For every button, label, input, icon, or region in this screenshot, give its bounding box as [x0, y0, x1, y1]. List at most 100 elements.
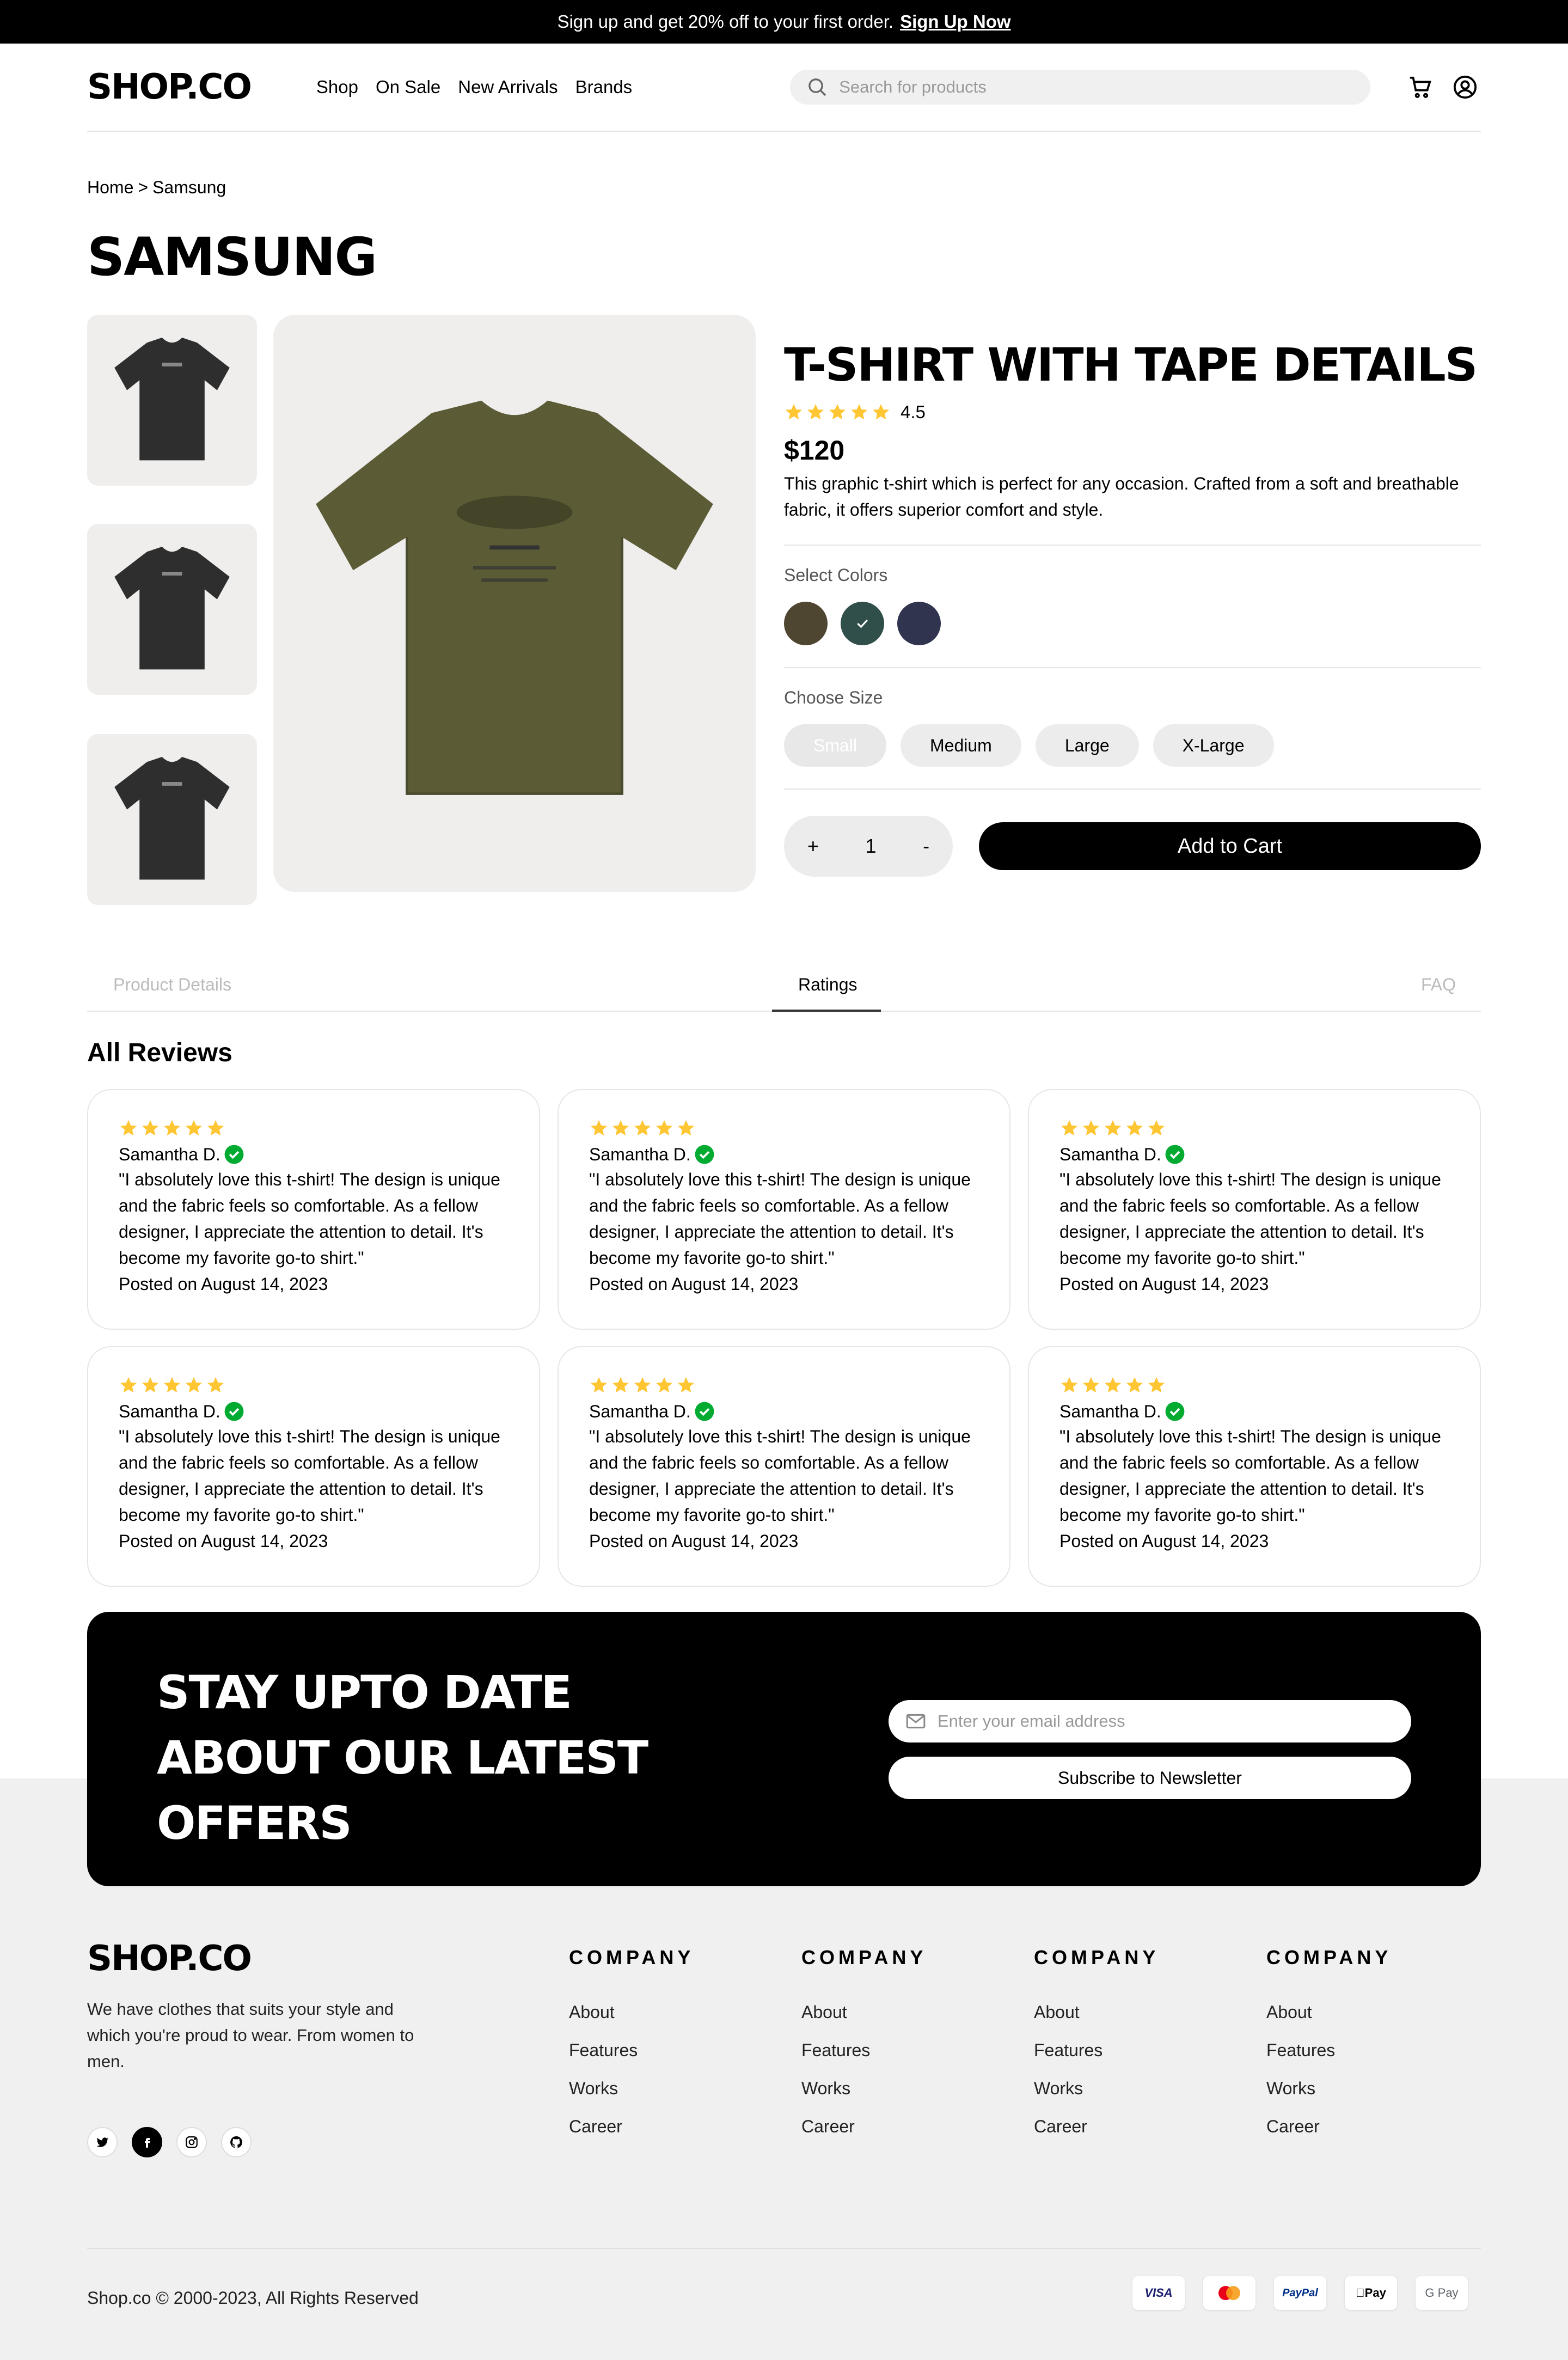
breadcrumb-home[interactable]: Home	[87, 178, 133, 198]
account-icon[interactable]	[1453, 75, 1478, 100]
add-to-cart-button[interactable]: Add to Cart	[979, 822, 1481, 870]
footer-link-works[interactable]: Works	[801, 2069, 927, 2107]
footer-link-career[interactable]: Career	[1266, 2107, 1392, 2145]
review-text: "I absolutely love this t-shirt! The des…	[1059, 1170, 1441, 1268]
reviewer-name: Samantha D.	[589, 1145, 691, 1164]
active-tab-indicator	[772, 1010, 881, 1012]
star-icon	[634, 1377, 651, 1393]
size-large[interactable]: Large	[1035, 724, 1139, 767]
github-link[interactable]	[221, 2127, 252, 2157]
quantity-value: 1	[865, 835, 877, 857]
review-text: "I absolutely love this t-shirt! The des…	[1059, 1427, 1441, 1525]
verified-icon	[1165, 1145, 1185, 1164]
apple-pay-icon: 	[1356, 2286, 1365, 2300]
footer-column: COMPANY About Features Works Career	[801, 1946, 927, 2145]
product-info: T-SHIRT WITH TAPE DETAILS 4.5 $120 This …	[784, 338, 1481, 877]
footer-link-features[interactable]: Features	[569, 2031, 694, 2069]
review-date: Posted on August 14, 2023	[589, 1274, 799, 1294]
footer-link-career[interactable]: Career	[1034, 2107, 1159, 2145]
tshirt-main-image	[316, 400, 713, 795]
paypal-badge: PayPal	[1274, 2276, 1326, 2310]
size-selector: Small Medium Large X-Large	[784, 724, 1481, 767]
thumbnail-1[interactable]	[87, 315, 257, 486]
footer-link-works[interactable]: Works	[1266, 2069, 1392, 2107]
thumbnail-3[interactable]	[87, 734, 257, 905]
nav-shop[interactable]: Shop	[316, 77, 358, 97]
sign-up-link[interactable]: Sign Up Now	[900, 11, 1010, 32]
footer-link-about[interactable]: About	[569, 1993, 694, 2031]
promo-banner: Sign up and get 20% off to your first or…	[0, 0, 1568, 44]
reviews-heading: All Reviews	[87, 1038, 232, 1067]
star-icon	[186, 1377, 202, 1393]
star-icon	[1061, 1120, 1077, 1136]
email-placeholder: Enter your email address	[938, 1711, 1125, 1731]
thumbnail-2[interactable]	[87, 524, 257, 695]
footer-link-works[interactable]: Works	[569, 2069, 694, 2107]
tshirt-thumbnail-image	[114, 338, 230, 461]
size-x-large[interactable]: X-Large	[1153, 724, 1274, 767]
twitter-link[interactable]	[87, 2127, 118, 2157]
color-swatch-3[interactable]	[897, 602, 941, 645]
footer-logo[interactable]: SHOP.CO	[87, 1939, 252, 1979]
facebook-link[interactable]	[132, 2127, 162, 2157]
search-icon	[808, 78, 826, 96]
quantity-increase-button[interactable]: +	[807, 835, 819, 858]
footer-link-career[interactable]: Career	[569, 2107, 694, 2145]
footer-link-features[interactable]: Features	[1266, 2031, 1392, 2069]
review-date: Posted on August 14, 2023	[1059, 1274, 1269, 1294]
footer-link-features[interactable]: Features	[801, 2031, 927, 2069]
logo[interactable]: SHOP.CO	[87, 67, 252, 107]
star-icon	[1126, 1120, 1143, 1136]
tab-faq[interactable]: FAQ	[1421, 975, 1456, 995]
breadcrumb-separator: >	[138, 178, 149, 197]
reviewer: Samantha D.	[589, 1399, 979, 1423]
nav-on-sale[interactable]: On Sale	[376, 77, 440, 97]
verified-icon	[224, 1402, 244, 1421]
newsletter-banner: STAY UPTO DATE ABOUT OUR LATEST OFFERS E…	[87, 1612, 1481, 1886]
reviewer-name: Samantha D.	[119, 1145, 220, 1164]
nav-brands[interactable]: Brands	[575, 77, 633, 97]
copyright: Shop.co © 2000-2023, All Rights Reserved	[87, 2288, 419, 2308]
footer-link-works[interactable]: Works	[1034, 2069, 1159, 2107]
review-text: "I absolutely love this t-shirt! The des…	[589, 1170, 971, 1268]
star-icon	[1105, 1120, 1121, 1136]
tab-product-details[interactable]: Product Details	[113, 975, 231, 995]
star-icon	[207, 1377, 224, 1393]
mail-icon	[906, 1714, 926, 1729]
sizes-label: Choose Size	[784, 688, 883, 707]
product-rating: 4.5	[784, 402, 1481, 423]
review-date: Posted on August 14, 2023	[589, 1531, 799, 1551]
color-swatch-2[interactable]	[841, 602, 884, 645]
verified-icon	[1165, 1402, 1185, 1421]
rating-value: 4.5	[901, 402, 926, 422]
review-date: Posted on August 14, 2023	[119, 1531, 328, 1551]
tab-ratings[interactable]: Ratings	[798, 975, 857, 995]
footer-link-about[interactable]: About	[1034, 1993, 1159, 2031]
size-medium[interactable]: Medium	[901, 724, 1021, 767]
review-stars	[589, 1118, 979, 1138]
search-input[interactable]: Search for products	[790, 70, 1371, 105]
star-icon	[829, 404, 846, 420]
footer-link-about[interactable]: About	[801, 1993, 927, 2031]
product-price: $120	[784, 435, 845, 466]
star-icon	[591, 1120, 607, 1136]
star-icon	[873, 404, 889, 420]
subscribe-button[interactable]: Subscribe to Newsletter	[889, 1757, 1411, 1799]
review-text: "I absolutely love this t-shirt! The des…	[119, 1170, 500, 1268]
star-icon	[1105, 1377, 1121, 1393]
color-swatch-1[interactable]	[784, 602, 828, 645]
nav-new-arrivals[interactable]: New Arrivals	[458, 77, 558, 97]
cart-icon[interactable]	[1408, 75, 1433, 100]
size-small[interactable]: Small	[784, 724, 887, 767]
quantity-decrease-button[interactable]: -	[923, 835, 929, 858]
email-field[interactable]: Enter your email address	[889, 1700, 1411, 1743]
review-card: Samantha D. "I absolutely love this t-sh…	[87, 1346, 540, 1587]
instagram-link[interactable]	[176, 2127, 207, 2157]
footer-link-about[interactable]: About	[1266, 1993, 1392, 2031]
footer-link-career[interactable]: Career	[801, 2107, 927, 2145]
review-date: Posted on August 14, 2023	[1059, 1531, 1269, 1551]
tshirt-thumbnail-image	[114, 547, 230, 670]
breadcrumb: Home > Samsung	[87, 178, 226, 198]
star-icon	[142, 1120, 158, 1136]
footer-link-features[interactable]: Features	[1034, 2031, 1159, 2069]
